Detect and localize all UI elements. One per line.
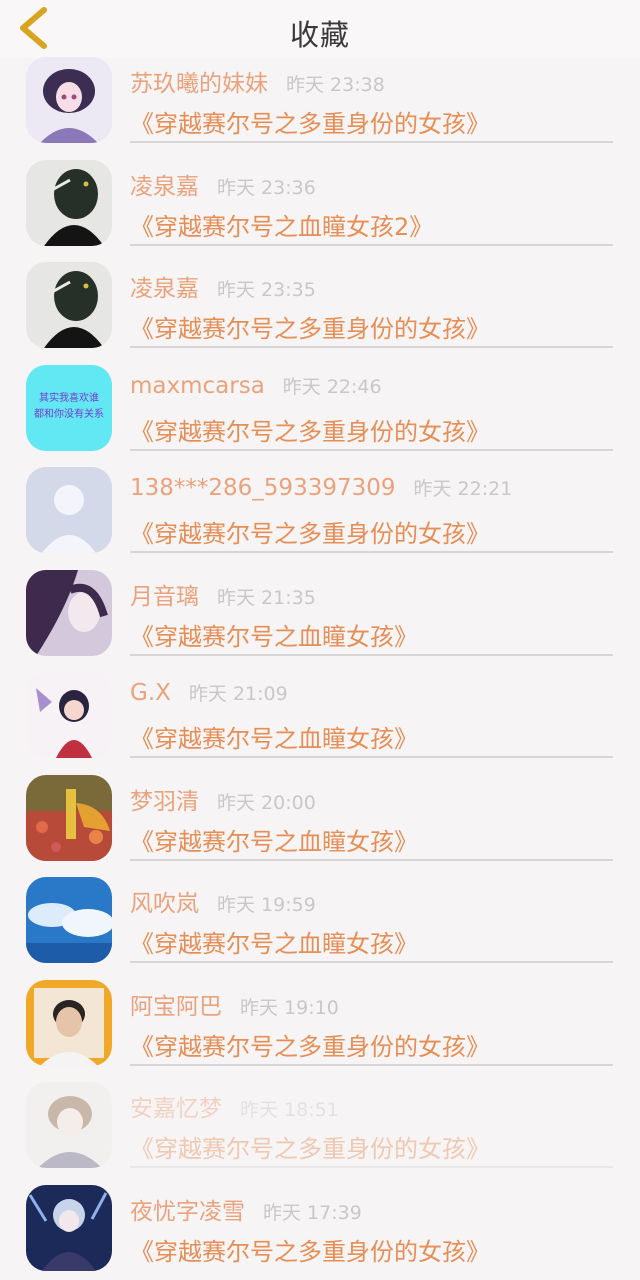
- list-item[interactable]: 苏玖曦的妹妹昨天 23:38 《穿越赛尔号之多重身份的女孩》: [0, 50, 640, 153]
- divider: [130, 1166, 613, 1168]
- book-title[interactable]: 《穿越赛尔号之多重身份的女孩》: [130, 514, 490, 549]
- page-title: 收藏: [0, 12, 640, 54]
- timestamp: 昨天 19:10: [240, 997, 339, 1019]
- avatar[interactable]: [26, 877, 112, 963]
- timestamp: 昨天 18:51: [240, 1099, 339, 1121]
- timestamp: 昨天 22:46: [283, 376, 382, 398]
- divider: [130, 859, 613, 861]
- avatar[interactable]: [26, 1082, 112, 1168]
- timestamp: 昨天 19:59: [217, 894, 316, 916]
- user-name: 苏玖曦的妹妹昨天 23:38: [130, 64, 385, 98]
- user-name: G.X昨天 21:09: [130, 679, 288, 706]
- user-name: 月音璃昨天 21:35: [130, 577, 316, 611]
- avatar[interactable]: [26, 980, 112, 1066]
- book-title[interactable]: 《穿越赛尔号之多重身份的女孩》: [130, 412, 490, 447]
- list-item[interactable]: 月音璃昨天 21:35 《穿越赛尔号之血瞳女孩》: [0, 563, 640, 666]
- avatar[interactable]: [26, 570, 112, 656]
- book-title[interactable]: 《穿越赛尔号之多重身份的女孩》: [130, 309, 490, 344]
- timestamp: 昨天 22:21: [414, 478, 513, 500]
- list-item[interactable]: 梦羽清昨天 20:00 《穿越赛尔号之血瞳女孩》: [0, 768, 640, 871]
- timestamp: 昨天 23:36: [217, 177, 316, 199]
- user-name: 凌泉嘉昨天 23:35: [130, 269, 316, 303]
- timestamp: 昨天 20:00: [217, 792, 316, 814]
- user-name: maxmcarsa昨天 22:46: [130, 372, 382, 399]
- user-name: 风吹岚昨天 19:59: [130, 884, 316, 918]
- book-title[interactable]: 《穿越赛尔号之血瞳女孩2》: [130, 207, 433, 242]
- user-name: 凌泉嘉昨天 23:36: [130, 167, 316, 201]
- divider: [130, 551, 613, 553]
- user-name: 安嘉忆梦昨天 18:51: [130, 1089, 339, 1123]
- book-title[interactable]: 《穿越赛尔号之血瞳女孩》: [130, 617, 418, 652]
- avatar[interactable]: 其实我喜欢谁都和你没有关系: [26, 365, 112, 451]
- avatar[interactable]: [26, 262, 112, 348]
- list-item[interactable]: 138***286_593397309昨天 22:21 《穿越赛尔号之多重身份的…: [0, 460, 640, 563]
- list-item[interactable]: 凌泉嘉昨天 23:35 《穿越赛尔号之多重身份的女孩》: [0, 255, 640, 358]
- timestamp: 昨天 23:35: [217, 279, 316, 301]
- book-title[interactable]: 《穿越赛尔号之多重身份的女孩》: [130, 1129, 490, 1164]
- list-item[interactable]: 夜忧字凌雪昨天 17:39 《穿越赛尔号之多重身份的女孩》: [0, 1178, 640, 1280]
- avatar[interactable]: [26, 1185, 112, 1271]
- divider: [130, 449, 613, 451]
- avatar-text: 都和你没有关系: [34, 407, 104, 420]
- book-title[interactable]: 《穿越赛尔号之多重身份的女孩》: [130, 1232, 490, 1267]
- avatar[interactable]: [26, 775, 112, 861]
- list-item[interactable]: G.X昨天 21:09 《穿越赛尔号之血瞳女孩》: [0, 665, 640, 768]
- timestamp: 昨天 17:39: [263, 1202, 362, 1224]
- avatar-text: 其实我喜欢谁: [39, 391, 99, 404]
- divider: [130, 1064, 613, 1066]
- list-item[interactable]: 风吹岚昨天 19:59 《穿越赛尔号之血瞳女孩》: [0, 870, 640, 973]
- book-title[interactable]: 《穿越赛尔号之多重身份的女孩》: [130, 104, 490, 139]
- timestamp: 昨天 21:09: [189, 683, 288, 705]
- divider: [130, 141, 613, 143]
- divider: [130, 961, 613, 963]
- list-item[interactable]: 安嘉忆梦昨天 18:51 《穿越赛尔号之多重身份的女孩》: [0, 1075, 640, 1178]
- user-name: 梦羽清昨天 20:00: [130, 782, 316, 816]
- list-item[interactable]: 阿宝阿巴昨天 19:10 《穿越赛尔号之多重身份的女孩》: [0, 973, 640, 1076]
- book-title[interactable]: 《穿越赛尔号之血瞳女孩》: [130, 719, 418, 754]
- user-name: 138***286_593397309昨天 22:21: [130, 474, 512, 501]
- divider: [130, 346, 613, 348]
- divider: [130, 756, 613, 758]
- timestamp: 昨天 21:35: [217, 587, 316, 609]
- avatar[interactable]: [26, 160, 112, 246]
- avatar[interactable]: [26, 467, 112, 553]
- user-name: 阿宝阿巴昨天 19:10: [130, 987, 339, 1021]
- user-name: 夜忧字凌雪昨天 17:39: [130, 1192, 362, 1226]
- divider: [130, 244, 613, 246]
- book-title[interactable]: 《穿越赛尔号之多重身份的女孩》: [130, 1027, 490, 1062]
- book-title[interactable]: 《穿越赛尔号之血瞳女孩》: [130, 924, 418, 959]
- book-title[interactable]: 《穿越赛尔号之血瞳女孩》: [130, 822, 418, 857]
- favorites-list: 苏玖曦的妹妹昨天 23:38 《穿越赛尔号之多重身份的女孩》 凌泉嘉昨天 23:…: [0, 50, 640, 1280]
- list-item[interactable]: 其实我喜欢谁都和你没有关系 maxmcarsa昨天 22:46 《穿越赛尔号之多…: [0, 358, 640, 461]
- avatar[interactable]: [26, 57, 112, 143]
- divider: [130, 654, 613, 656]
- list-item[interactable]: 凌泉嘉昨天 23:36 《穿越赛尔号之血瞳女孩2》: [0, 153, 640, 256]
- avatar[interactable]: [26, 672, 112, 758]
- timestamp: 昨天 23:38: [286, 74, 385, 96]
